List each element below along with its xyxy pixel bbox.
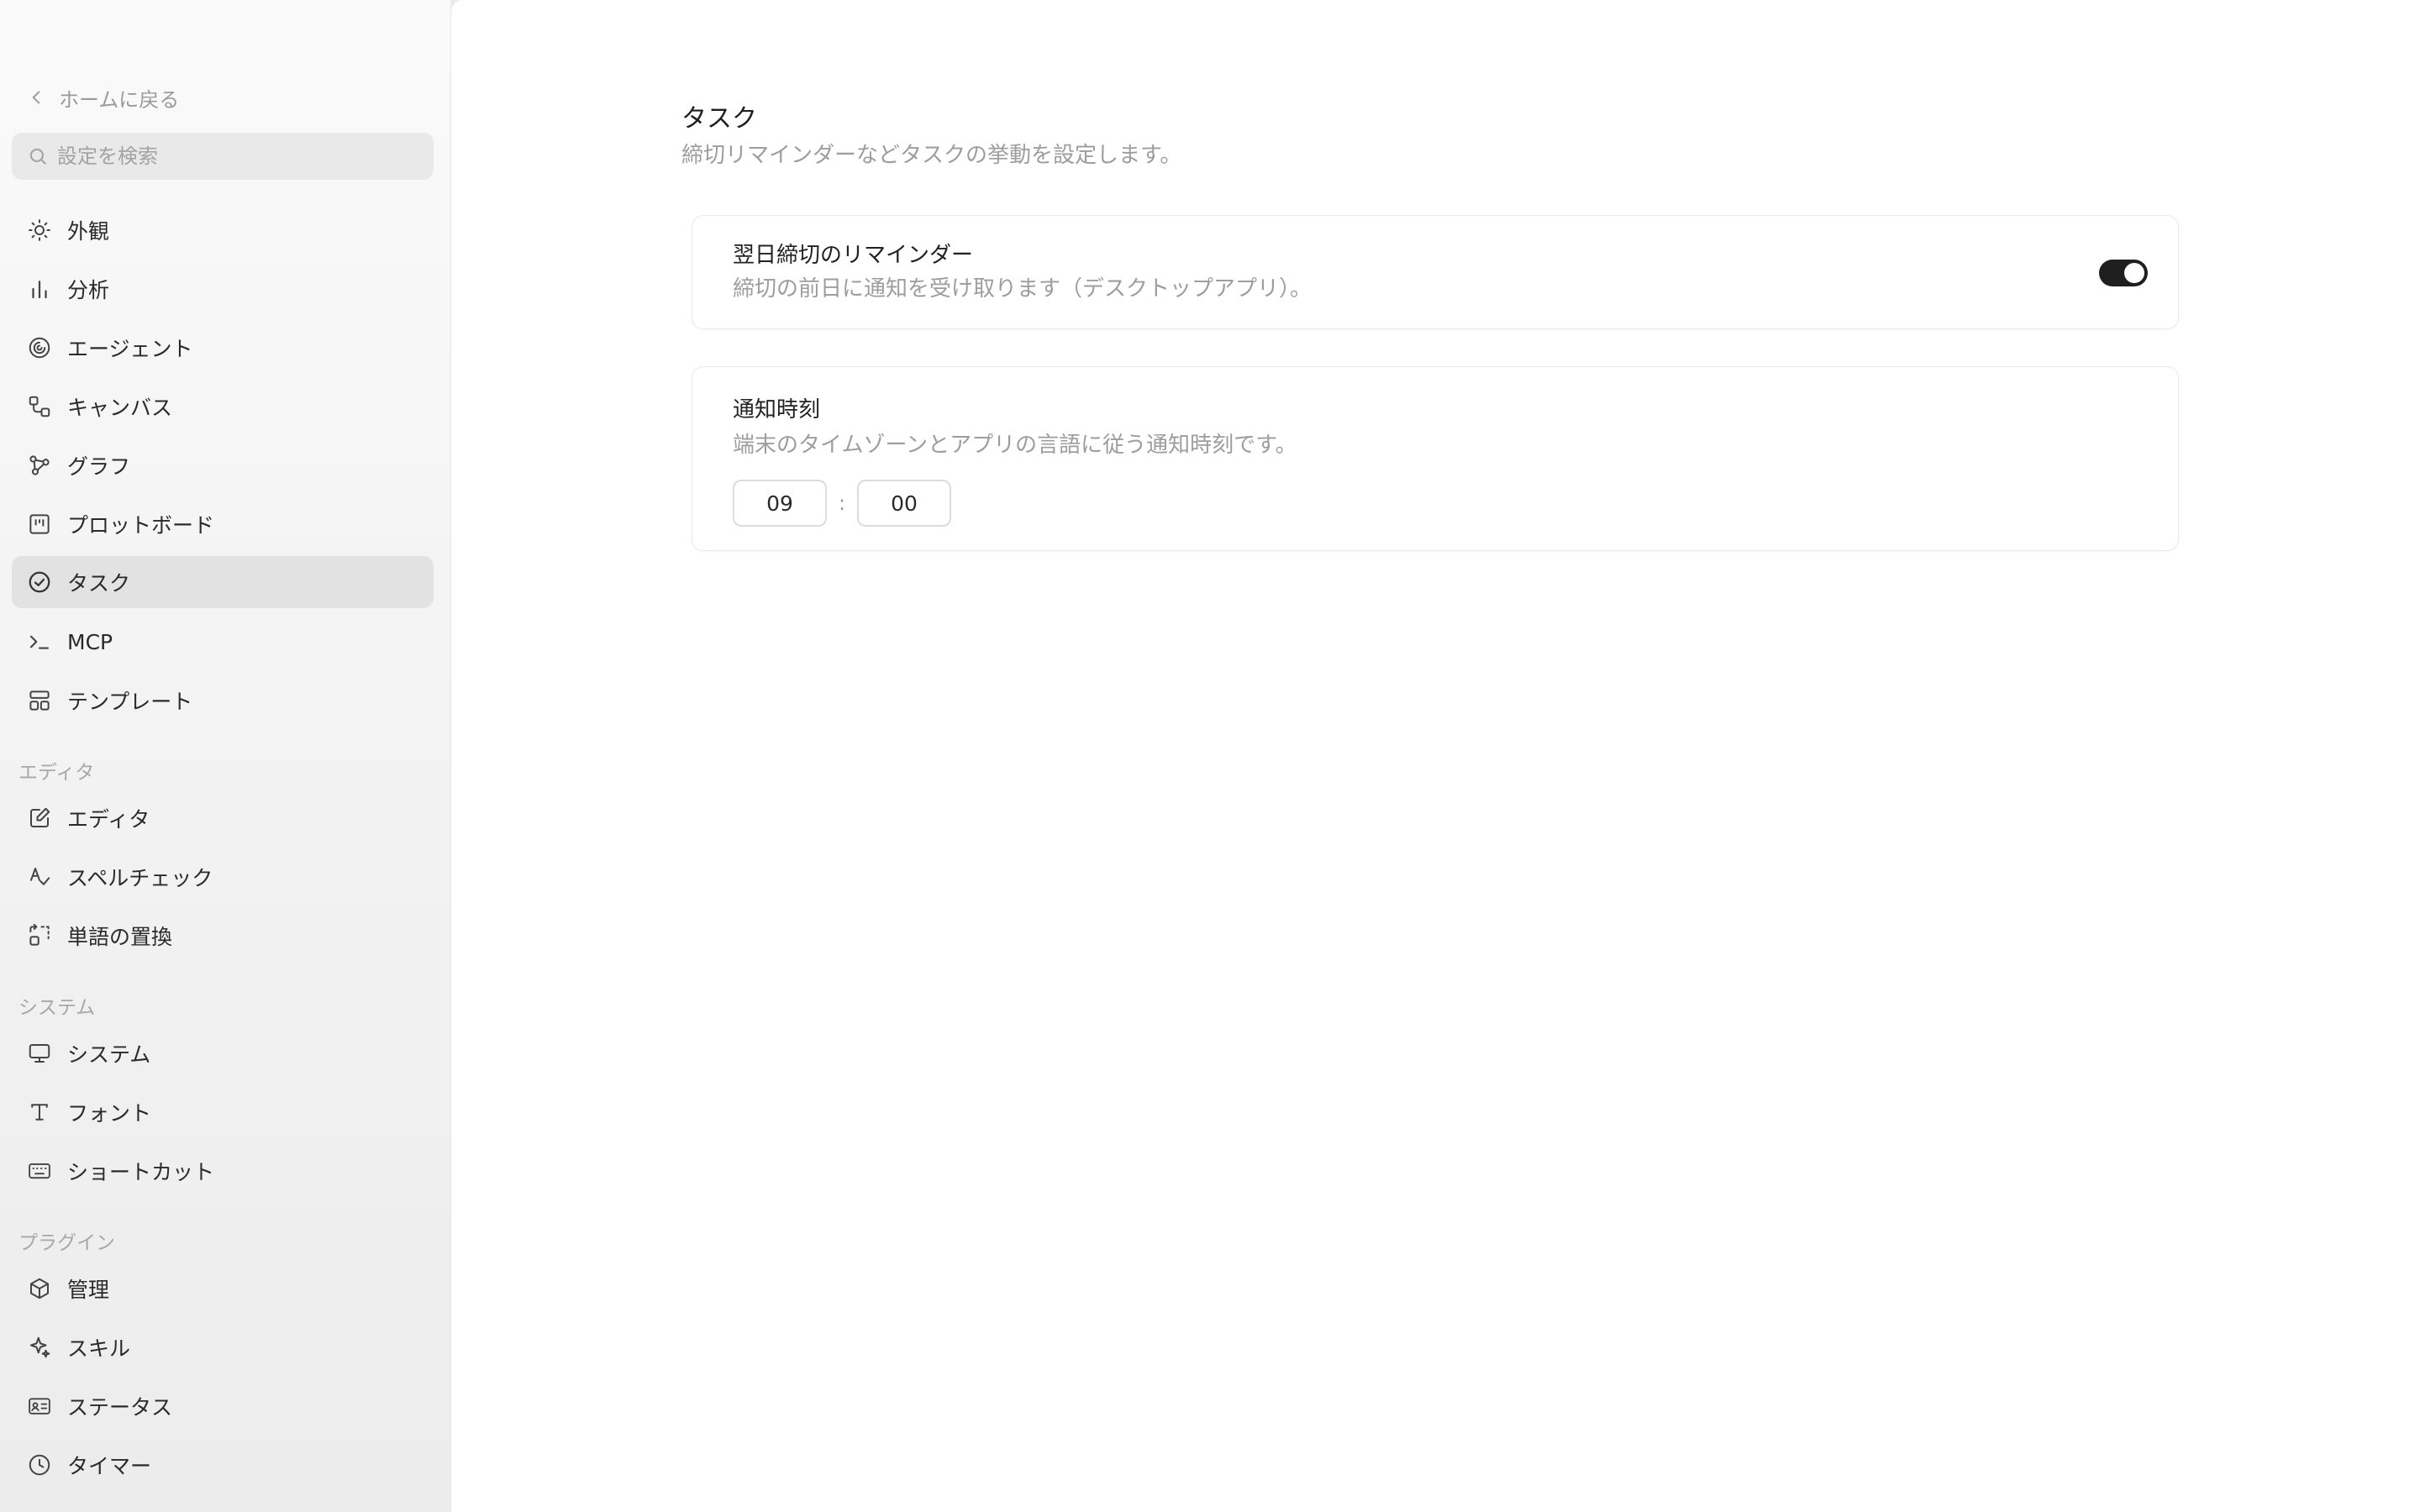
bar-chart-icon — [27, 276, 52, 302]
page-title: タスク — [681, 104, 757, 134]
settings-search[interactable] — [12, 133, 434, 180]
sidebar-item-label: キャンバス — [67, 396, 173, 420]
sidebar-item-label: プロットボード — [67, 513, 215, 538]
sidebar-item-label: スキル — [67, 1336, 131, 1361]
sidebar-item-word-replace[interactable]: 単語の置換 — [12, 910, 434, 962]
sidebar-item-analytics[interactable]: 分析 — [12, 263, 434, 315]
section-label-system: システム — [18, 997, 96, 1019]
clock-icon — [27, 1452, 52, 1478]
layout-icon — [27, 688, 52, 713]
sidebar-item-label: ショートカット — [67, 1160, 215, 1184]
sidebar-item-label: エディタ — [67, 807, 150, 832]
section-label-plugin: プラグイン — [18, 1232, 115, 1254]
notify-time-title: 通知時刻 — [733, 397, 821, 423]
minute-input[interactable]: 00 — [857, 480, 951, 527]
time-picker: 09 : 00 — [733, 480, 951, 527]
page-description: 締切リマインダーなどタスクの挙動を設定します。 — [681, 143, 1182, 168]
sidebar-item-label: エージェント — [67, 337, 193, 361]
sidebar-item-agent[interactable]: エージェント — [12, 322, 434, 374]
sidebar-item-label: テンプレート — [67, 690, 193, 714]
sidebar-item-label: 管理 — [67, 1278, 110, 1302]
toggle-knob — [2124, 263, 2144, 283]
sidebar-item-label: グラフ — [67, 454, 131, 479]
sidebar-item-label: システム — [67, 1042, 151, 1067]
search-input[interactable] — [57, 144, 410, 168]
hour-input[interactable]: 09 — [733, 480, 827, 527]
monitor-icon — [27, 1041, 52, 1066]
sidebar-item-system[interactable]: システム — [12, 1027, 434, 1079]
sidebar-item-canvas[interactable]: キャンバス — [12, 381, 434, 433]
sidebar-item-font[interactable]: フォント — [12, 1086, 434, 1138]
sun-icon — [27, 218, 52, 243]
settings-content: タスク 締切リマインダーなどタスクの挙動を設定します。 翌日締切のリマインダー … — [450, 0, 2420, 1512]
sidebar-item-shortcuts[interactable]: ショートカット — [12, 1145, 434, 1197]
settings-window: ホームに戻る 外観 分析 エージェント — [0, 0, 2420, 1512]
sidebar-item-timer[interactable]: タイマー — [12, 1439, 434, 1491]
graph-icon — [27, 453, 52, 478]
back-label: ホームに戻る — [59, 87, 180, 112]
package-icon — [27, 1276, 52, 1301]
keyboard-icon — [27, 1158, 52, 1184]
sidebar-item-label: ステータス — [67, 1395, 173, 1420]
sidebar-item-label: 分析 — [67, 278, 110, 302]
board-icon — [27, 512, 52, 537]
sidebar-item-mcp[interactable]: MCP — [12, 616, 434, 668]
canvas-icon — [27, 394, 52, 419]
chevron-left-icon — [32, 91, 40, 104]
sidebar-item-label: 外観 — [67, 219, 110, 244]
sidebar-item-templates[interactable]: テンプレート — [12, 675, 434, 727]
id-card-icon — [27, 1394, 52, 1419]
sidebar-item-label: タスク — [67, 571, 131, 596]
time-separator: : — [838, 491, 846, 515]
sidebar-item-label: MCP — [67, 629, 113, 654]
sidebar-item-skills[interactable]: スキル — [12, 1321, 434, 1373]
sidebar-item-label: タイマー — [67, 1454, 152, 1478]
section-label-editor: エディタ — [18, 762, 95, 784]
search-icon — [29, 148, 46, 165]
spiral-icon — [27, 335, 52, 360]
edit-icon — [27, 806, 52, 831]
sidebar-item-status[interactable]: ステータス — [12, 1380, 434, 1432]
sidebar-item-label: 単語の置換 — [67, 925, 173, 949]
check-circle-icon — [27, 570, 52, 595]
sparkle-icon — [27, 1335, 52, 1360]
sidebar-item-appearance[interactable]: 外観 — [12, 204, 434, 256]
spellcheck-icon — [27, 864, 52, 890]
reminder-description: 締切の前日に通知を受け取ります（デスクトップアプリ）。 — [733, 276, 1313, 302]
sidebar-item-manage[interactable]: 管理 — [12, 1263, 434, 1315]
type-icon — [27, 1100, 52, 1125]
sidebar-item-label: フォント — [67, 1101, 152, 1126]
sidebar: ホームに戻る 外観 分析 エージェント — [0, 0, 450, 1512]
notify-time-card: 通知時刻 端末のタイムゾーンとアプリの言語に従う通知時刻です。 09 : 00 — [692, 366, 2179, 551]
reminder-setting-card: 翌日締切のリマインダー 締切の前日に通知を受け取ります（デスクトップアプリ）。 — [692, 215, 2179, 329]
reminder-title: 翌日締切のリマインダー — [733, 243, 974, 268]
back-to-home-link[interactable]: ホームに戻る — [25, 81, 179, 114]
sidebar-item-label: スペルチェック — [67, 866, 213, 890]
sidebar-item-editor[interactable]: エディタ — [12, 792, 434, 844]
terminal-icon — [27, 629, 52, 654]
replace-icon — [27, 923, 52, 948]
sidebar-item-graph[interactable]: グラフ — [12, 439, 434, 491]
sidebar-item-spellcheck[interactable]: スペルチェック — [12, 851, 434, 903]
reminder-toggle[interactable] — [2099, 260, 2148, 286]
sidebar-item-plotboard[interactable]: プロットボード — [12, 498, 434, 550]
sidebar-item-tasks[interactable]: タスク — [12, 556, 434, 608]
notify-time-description: 端末のタイムゾーンとアプリの言語に従う通知時刻です。 — [733, 433, 1297, 458]
